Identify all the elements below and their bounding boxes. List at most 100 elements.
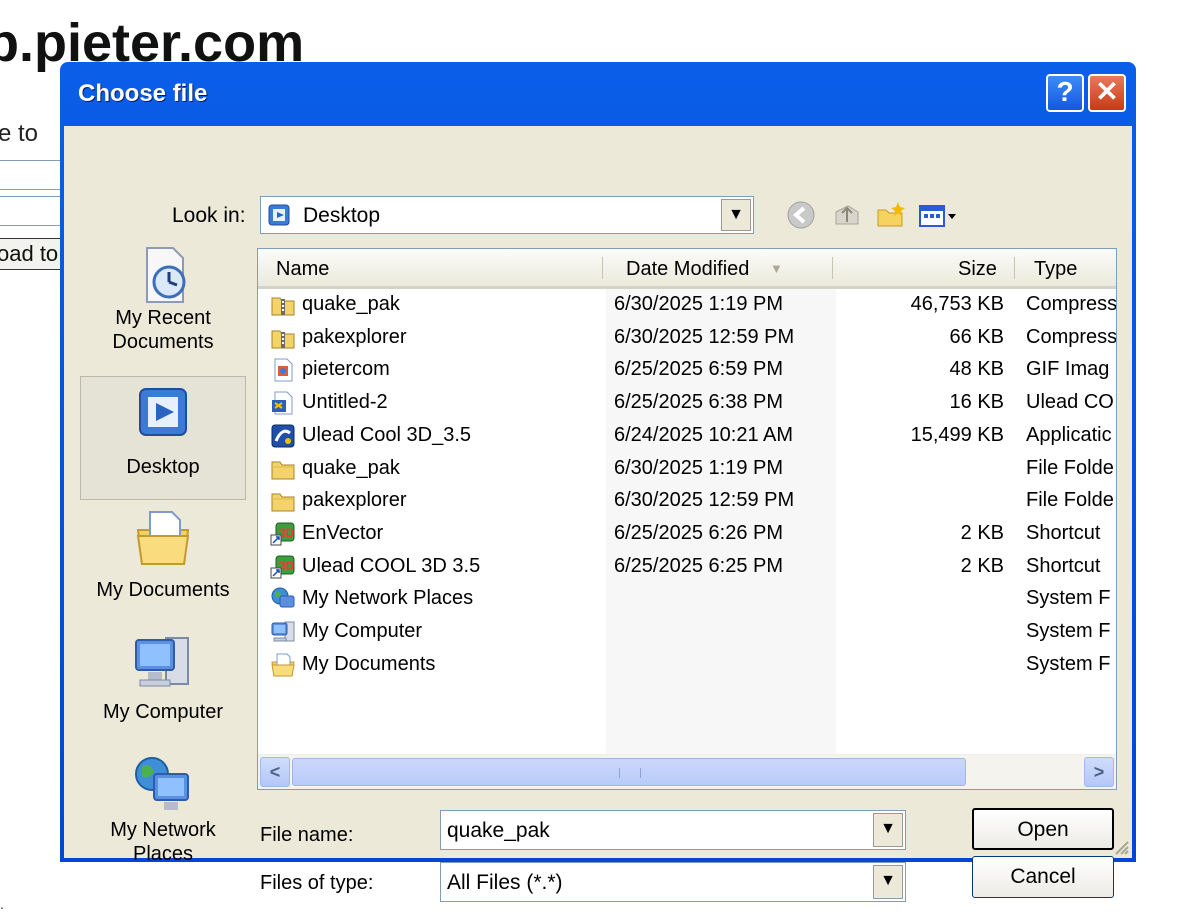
recent-documents-icon bbox=[146, 247, 186, 303]
help-button[interactable]: ? bbox=[1046, 74, 1084, 112]
column-header-type[interactable]: Type bbox=[1034, 249, 1077, 286]
place-my-computer[interactable]: My Computer bbox=[80, 630, 246, 754]
horizontal-scrollbar[interactable]: < > bbox=[258, 754, 1116, 789]
title-bar[interactable]: Choose file ? ✕ bbox=[64, 62, 1132, 126]
dialog-title: Choose file bbox=[78, 80, 208, 107]
file-name-label: File name: bbox=[260, 824, 354, 846]
page-label: e to bbox=[0, 120, 39, 147]
place-label-line: Places bbox=[132, 843, 194, 865]
file-date-cell: 6/25/2025 6:25 PM bbox=[614, 554, 784, 577]
file-type-cell: Ulead CO bbox=[1026, 391, 1114, 414]
new-folder-icon[interactable] bbox=[874, 198, 908, 232]
place-label-line: My Network bbox=[110, 819, 216, 841]
file-name-cell: quake_pak bbox=[302, 293, 400, 315]
file-row[interactable]: 3D EnVector 6/25/2025 6:26 PM 2 KB Shortcut bbox=[258, 518, 1116, 551]
up-folder-icon[interactable] bbox=[830, 198, 864, 232]
file-type-cell: Shortcut bbox=[1026, 521, 1101, 544]
file-row[interactable]: 3D Ulead COOL 3D 3.5 6/25/2025 6:25 PM 2 KB… bbox=[258, 551, 1116, 584]
place-label-line: My Recent bbox=[115, 307, 211, 329]
file-row[interactable]: Untitled-2 6/25/2025 6:38 PM 16 KB Ulead CO bbox=[258, 387, 1116, 420]
file-row[interactable]: pakexplorer 6/30/2025 12:59 PM File Folde bbox=[258, 485, 1116, 518]
folder-icon bbox=[271, 461, 295, 479]
file-name-cell: pakexplorer bbox=[302, 325, 407, 348]
files-of-type-label: Files of type: bbox=[260, 872, 374, 894]
file-row[interactable]: My Documents System F bbox=[258, 649, 1116, 682]
file-list[interactable]: Name Date Modified ▼ Size Type quake_pak… bbox=[257, 248, 1117, 790]
file-name-cell: EnVector bbox=[302, 521, 384, 544]
file-size-cell: 48 KB bbox=[949, 358, 1004, 381]
cancel-button[interactable]: Cancel bbox=[972, 856, 1114, 898]
place-label-line: My Computer bbox=[102, 701, 224, 723]
file-type-cell: Applicatic bbox=[1026, 423, 1112, 446]
column-separator[interactable] bbox=[832, 257, 833, 279]
shortcut-icon: 3D bbox=[270, 522, 295, 546]
desktop-icon bbox=[139, 388, 187, 436]
file-row[interactable]: quake_pak 6/30/2025 1:19 PM 46,753 KB Compr… bbox=[258, 289, 1116, 322]
file-row[interactable]: My Network Places System F bbox=[258, 583, 1116, 616]
file-date-cell: 6/25/2025 6:26 PM bbox=[614, 521, 784, 544]
column-separator[interactable] bbox=[1014, 257, 1015, 279]
chevron-down-icon[interactable]: ▼ bbox=[873, 865, 903, 899]
scroll-right-button[interactable]: > bbox=[1084, 757, 1114, 787]
network-places-icon bbox=[271, 587, 295, 608]
open-button[interactable]: Open bbox=[972, 808, 1114, 850]
desktop-icon bbox=[268, 204, 290, 226]
file-type-cell: Compress bbox=[1026, 325, 1116, 348]
file-name-cell: pakexplorer bbox=[302, 489, 407, 512]
ulead-document-icon bbox=[272, 391, 293, 415]
column-header-name[interactable]: Name bbox=[276, 249, 329, 286]
file-type-cell: File Folde bbox=[1026, 489, 1114, 512]
file-date-cell: 6/30/2025 1:19 PM bbox=[614, 456, 784, 479]
shortcut-icon: 3D bbox=[270, 555, 295, 579]
file-name-cell: Untitled-2 bbox=[302, 391, 388, 414]
file-row[interactable]: pakexplorer 6/30/2025 12:59 PM 66 KB Compre… bbox=[258, 322, 1116, 355]
file-row[interactable]: My Computer System F bbox=[258, 616, 1116, 649]
file-row[interactable]: quake_pak 6/30/2025 1:19 PM File Folde bbox=[258, 453, 1116, 486]
chevron-down-icon[interactable]: ▼ bbox=[873, 813, 903, 847]
file-type-cell: System F bbox=[1026, 620, 1111, 642]
place-label-line: Documents bbox=[112, 331, 214, 353]
file-date-cell: 6/30/2025 1:19 PM bbox=[614, 293, 784, 315]
column-separator[interactable] bbox=[602, 257, 603, 279]
scroll-left-button[interactable]: < bbox=[260, 757, 290, 787]
view-menu-icon[interactable] bbox=[916, 198, 960, 232]
file-name-cell: Ulead COOL 3D 3.5 bbox=[302, 554, 481, 577]
chevron-down-icon[interactable]: ▼ bbox=[721, 199, 751, 231]
place-desktop[interactable]: Desktop bbox=[80, 376, 246, 500]
file-name-combo[interactable]: quake_pak ▼ bbox=[440, 810, 906, 850]
file-date-cell: 6/30/2025 12:59 PM bbox=[614, 325, 795, 348]
network-places-icon bbox=[135, 757, 189, 810]
look-in-label: Look in: bbox=[172, 204, 246, 227]
my-computer-icon bbox=[135, 637, 189, 687]
file-name-cell: quake_pak bbox=[302, 456, 400, 479]
file-size-cell: 16 KB bbox=[949, 391, 1004, 414]
resize-grip-icon[interactable] bbox=[1110, 836, 1130, 856]
sort-descending-icon: ▼ bbox=[770, 261, 783, 276]
my-computer-icon bbox=[271, 621, 295, 642]
look-in-dropdown[interactable]: Desktop ▼ bbox=[260, 196, 754, 234]
file-size-cell: 2 KB bbox=[960, 521, 1004, 544]
files-of-type-dropdown[interactable]: All Files (*.*) ▼ bbox=[440, 862, 906, 902]
file-date-cell: 6/25/2025 6:59 PM bbox=[614, 358, 784, 381]
dialog-body: Look in: Desktop ▼ My Recent Documents D… bbox=[64, 126, 1132, 902]
file-size-cell: 2 KB bbox=[960, 554, 1004, 577]
my-documents-icon bbox=[271, 653, 295, 677]
scroll-thumb[interactable] bbox=[292, 758, 966, 786]
place-label-line: Desktop bbox=[126, 456, 200, 478]
files-of-type-value: All Files (*.*) bbox=[447, 871, 563, 894]
back-icon[interactable] bbox=[784, 198, 818, 232]
file-date-cell: 6/25/2025 6:38 PM bbox=[614, 391, 784, 414]
file-name-input[interactable]: quake_pak bbox=[447, 819, 550, 843]
place-my-recent-documents[interactable]: My Recent Documents bbox=[80, 244, 246, 368]
column-header-date-modified[interactable]: Date Modified bbox=[626, 249, 749, 286]
file-type-cell: Shortcut bbox=[1026, 554, 1101, 577]
column-header-size[interactable]: Size bbox=[958, 249, 997, 286]
file-size-cell: 66 KB bbox=[949, 325, 1004, 348]
file-row[interactable]: Ulead Cool 3D_3.5 6/24/2025 10:21 AM 15,49… bbox=[258, 420, 1116, 453]
my-documents-icon bbox=[136, 511, 190, 565]
file-row[interactable]: pietercom 6/25/2025 6:59 PM 48 KB GIF Imag bbox=[258, 354, 1116, 387]
place-my-documents[interactable]: My Documents bbox=[80, 506, 246, 626]
close-button[interactable]: ✕ bbox=[1088, 74, 1126, 112]
place-my-network-places[interactable]: My Network Places bbox=[80, 752, 246, 882]
page-upload-button[interactable]: oad to bbox=[0, 238, 68, 270]
